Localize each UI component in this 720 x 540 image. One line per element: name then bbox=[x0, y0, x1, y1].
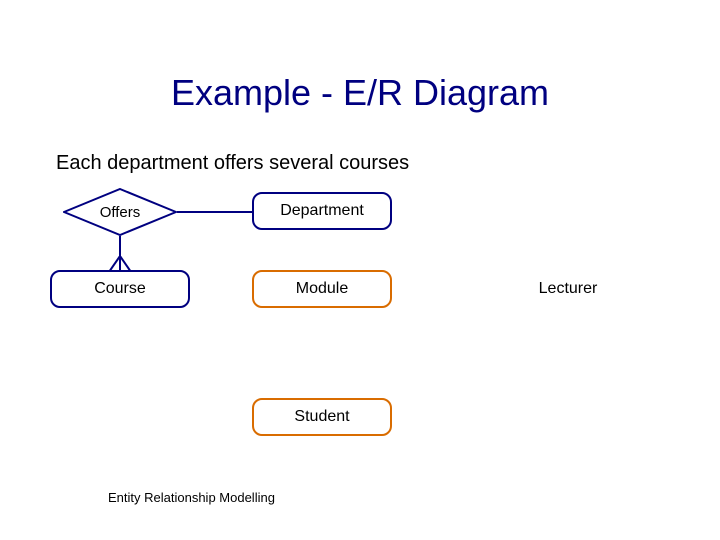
entity-student: Student bbox=[252, 398, 392, 436]
entity-module: Module bbox=[252, 270, 392, 308]
slide-footer: Entity Relationship Modelling bbox=[108, 490, 275, 505]
entity-lecturer: Lecturer bbox=[498, 270, 638, 308]
relationship-label: Offers bbox=[63, 188, 177, 236]
entity-label: Module bbox=[296, 280, 348, 298]
entity-label: Course bbox=[94, 280, 146, 298]
slide-title: Example - E/R Diagram bbox=[0, 72, 720, 114]
slide-subtitle: Each department offers several courses bbox=[56, 152, 409, 175]
edge-offers-department bbox=[177, 211, 254, 213]
entity-department: Department bbox=[252, 192, 392, 230]
entity-label: Department bbox=[280, 202, 364, 220]
entity-label: Student bbox=[294, 408, 349, 426]
entity-course: Course bbox=[50, 270, 190, 308]
relationship-offers: Offers bbox=[63, 188, 177, 236]
entity-label: Lecturer bbox=[539, 280, 598, 298]
